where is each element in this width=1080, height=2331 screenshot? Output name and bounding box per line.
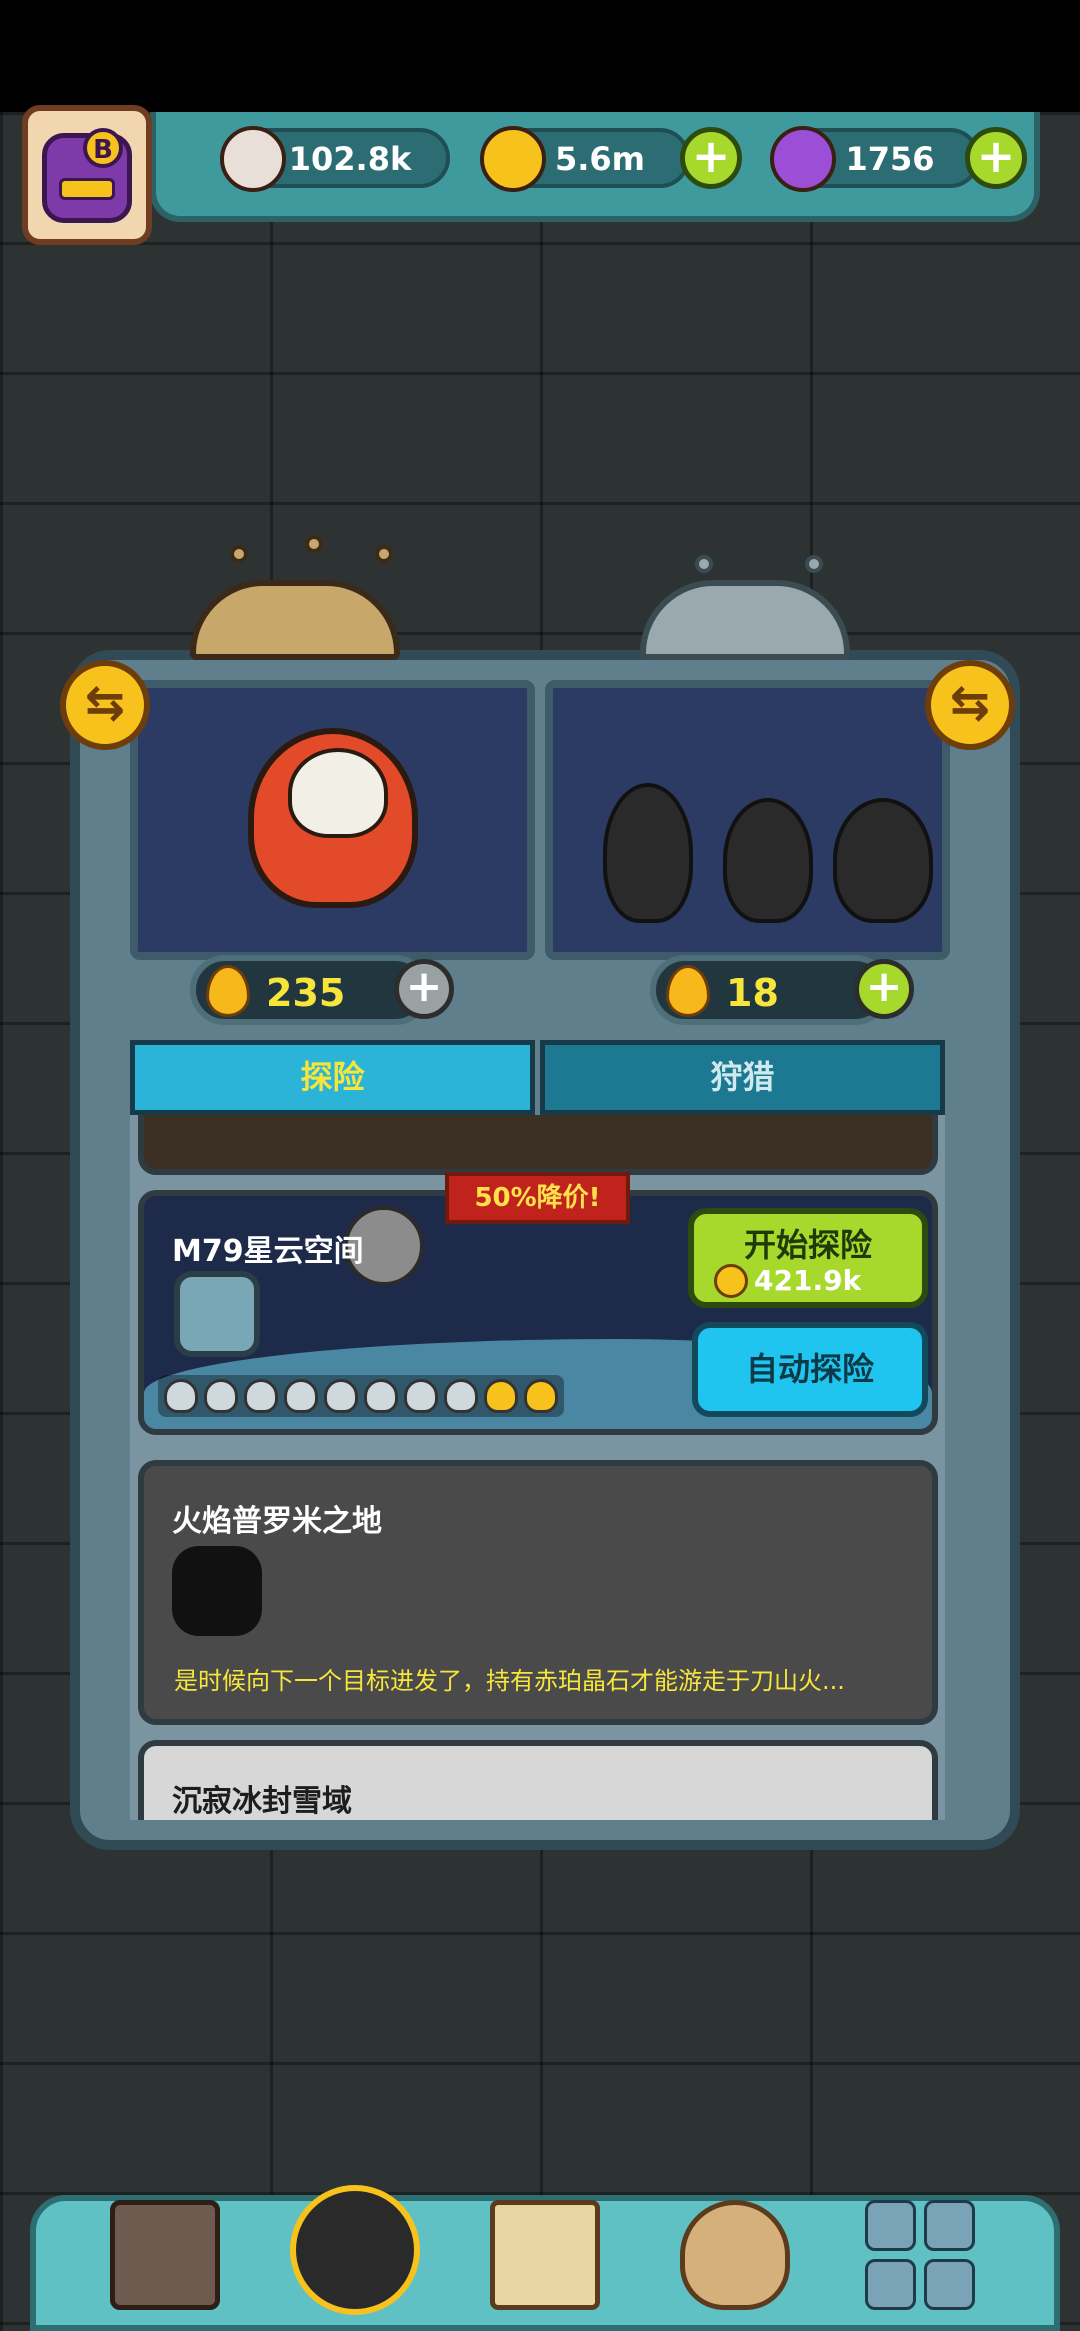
skull-icon xyxy=(324,1379,358,1413)
grid-menu-icon[interactable] xyxy=(865,2200,975,2310)
locked-emblem-icon xyxy=(172,1546,262,1636)
potions-value: 1756 xyxy=(845,140,935,178)
boss-progress-row xyxy=(158,1375,564,1417)
antenna-icon xyxy=(695,555,713,573)
stage-description: 是时候向下一个目标进发了，持有赤珀晶石才能游走于刀山火... xyxy=(174,1667,845,1695)
skull-icon xyxy=(244,1379,278,1413)
squad-member-icon xyxy=(603,783,693,923)
stage-title: 火焰普罗米之地 xyxy=(172,1504,382,1539)
squad-member-icon xyxy=(833,798,933,923)
gold-skull-icon xyxy=(524,1379,558,1413)
gold-skull-icon xyxy=(484,1379,518,1413)
monster-home-icon[interactable] xyxy=(290,2185,420,2315)
antenna-icon xyxy=(305,535,323,553)
swap-left-button[interactable]: ⇆ xyxy=(60,660,150,750)
discount-tag: 50%降价! xyxy=(445,1172,630,1224)
add-drops-left-button[interactable]: + xyxy=(394,959,454,1019)
stage-emblem-icon xyxy=(174,1271,260,1357)
tab-hunt[interactable]: 狩猎 xyxy=(540,1040,945,1115)
eyes-value: 102.8k xyxy=(288,140,412,178)
eyes-counter: 102.8k xyxy=(220,126,450,192)
start-explore-button[interactable]: 开始探险 421.9k xyxy=(688,1208,928,1308)
oil-drop-icon xyxy=(206,965,250,1017)
grid-cell xyxy=(924,2259,975,2310)
drop-value-right: 18 xyxy=(726,971,779,1015)
stage-card-ice[interactable]: 沉寂冰封雪域 xyxy=(138,1740,938,1820)
drop-value-left: 235 xyxy=(266,971,346,1015)
antenna-icon xyxy=(805,555,823,573)
swap-right-button[interactable]: ⇆ xyxy=(925,660,1015,750)
add-potions-button[interactable]: + xyxy=(965,127,1027,189)
antenna-icon xyxy=(375,545,393,563)
drop-counter-right: 18 + xyxy=(650,955,914,1025)
grid-cell xyxy=(865,2259,916,2310)
avatar[interactable]: B xyxy=(22,105,152,245)
drop-counter-left: 235 + xyxy=(190,955,454,1025)
avatar-face-icon: B xyxy=(42,128,132,223)
skull-icon xyxy=(204,1379,238,1413)
money-bag-icon[interactable] xyxy=(680,2200,790,2310)
squad-member-icon xyxy=(723,798,813,923)
shop-icon[interactable] xyxy=(110,2200,220,2310)
hero-pod-left[interactable] xyxy=(130,680,535,960)
antenna-icon xyxy=(230,545,248,563)
start-explore-cost: 421.9k xyxy=(754,1264,862,1297)
hero-pod-right[interactable] xyxy=(545,680,950,960)
coin-icon xyxy=(714,1264,748,1298)
auto-explore-button[interactable]: 自动探险 xyxy=(692,1322,928,1417)
stage-title: 沉寂冰封雪域 xyxy=(172,1784,352,1819)
stage-card-previous xyxy=(138,1115,938,1175)
coins-value: 5.6m xyxy=(554,140,646,178)
add-coins-button[interactable]: + xyxy=(680,127,742,189)
tab-explore[interactable]: 探险 xyxy=(130,1040,535,1115)
add-drops-right-button[interactable]: + xyxy=(854,959,914,1019)
skull-icon xyxy=(404,1379,438,1413)
oil-drop-icon xyxy=(666,965,710,1017)
grid-cell xyxy=(865,2200,916,2251)
start-explore-label: 开始探险 xyxy=(743,1226,872,1264)
grid-cell xyxy=(924,2200,975,2251)
stage-card-fire[interactable]: 火焰普罗米之地 是时候向下一个目标进发了，持有赤珀晶石才能游走于刀山火... xyxy=(138,1460,938,1725)
skull-icon xyxy=(364,1379,398,1413)
book-icon[interactable] xyxy=(490,2200,600,2310)
skull-icon xyxy=(444,1379,478,1413)
skull-icon xyxy=(164,1379,198,1413)
avatar-badge: B xyxy=(83,128,123,168)
coins-counter: 5.6m xyxy=(480,126,690,192)
stage-title: M79星云空间 xyxy=(172,1234,364,1269)
potions-counter: 1756 xyxy=(770,126,980,192)
lion-head-icon xyxy=(288,748,388,838)
skull-icon xyxy=(284,1379,318,1413)
status-bar xyxy=(0,0,1080,112)
avatar-mouth-icon xyxy=(59,178,115,200)
